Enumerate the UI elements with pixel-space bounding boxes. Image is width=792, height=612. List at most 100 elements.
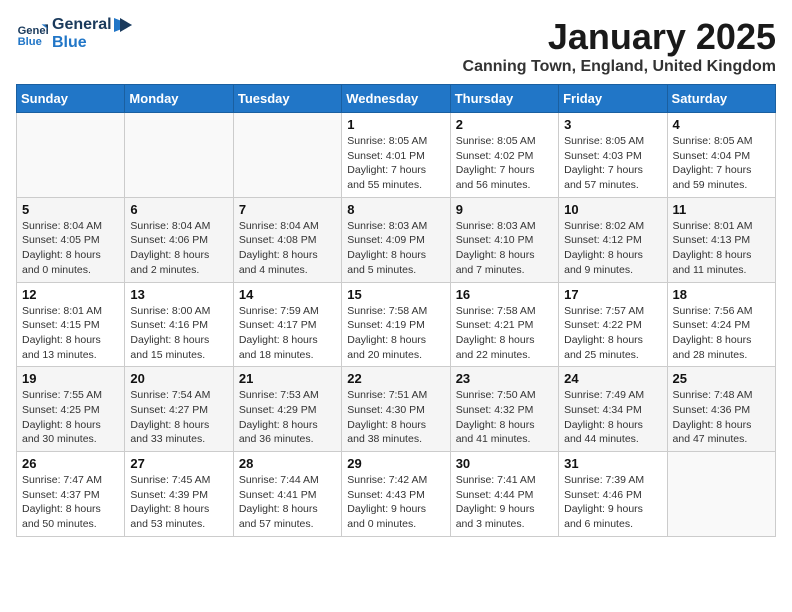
- header-wednesday: Wednesday: [342, 85, 450, 113]
- header-monday: Monday: [125, 85, 233, 113]
- day-detail: Sunrise: 7:58 AM Sunset: 4:21 PM Dayligh…: [456, 304, 553, 363]
- day-detail: Sunrise: 7:49 AM Sunset: 4:34 PM Dayligh…: [564, 388, 661, 447]
- calendar-cell: 6 Sunrise: 8:04 AM Sunset: 4:06 PM Daylig…: [125, 197, 233, 282]
- day-detail: Sunrise: 7:41 AM Sunset: 4:44 PM Dayligh…: [456, 473, 553, 532]
- day-detail: Sunrise: 7:42 AM Sunset: 4:43 PM Dayligh…: [347, 473, 444, 532]
- calendar-cell: 21 Sunrise: 7:53 AM Sunset: 4:29 PM Dayli…: [233, 367, 341, 452]
- calendar-cell: [17, 113, 125, 198]
- day-detail: Sunrise: 7:39 AM Sunset: 4:46 PM Dayligh…: [564, 473, 661, 532]
- calendar-cell: 31 Sunrise: 7:39 AM Sunset: 4:46 PM Dayli…: [559, 452, 667, 537]
- day-detail: Sunrise: 7:51 AM Sunset: 4:30 PM Dayligh…: [347, 388, 444, 447]
- day-number: 11: [673, 202, 770, 217]
- logo-text-general: General: [52, 16, 112, 34]
- day-number: 14: [239, 287, 336, 302]
- day-detail: Sunrise: 7:59 AM Sunset: 4:17 PM Dayligh…: [239, 304, 336, 363]
- calendar-cell: 5 Sunrise: 8:04 AM Sunset: 4:05 PM Daylig…: [17, 197, 125, 282]
- day-number: 25: [673, 371, 770, 386]
- week-row-5: 26 Sunrise: 7:47 AM Sunset: 4:37 PM Dayli…: [17, 452, 776, 537]
- logo-text-blue: Blue: [52, 34, 132, 52]
- day-detail: Sunrise: 8:05 AM Sunset: 4:04 PM Dayligh…: [673, 134, 770, 193]
- calendar-cell: 17 Sunrise: 7:57 AM Sunset: 4:22 PM Dayli…: [559, 282, 667, 367]
- calendar-cell: 27Sunrise: 7:45 AM Sunset: 4:39 PM Dayli…: [125, 452, 233, 537]
- calendar-cell: 3Sunrise: 8:05 AM Sunset: 4:03 PM Daylig…: [559, 113, 667, 198]
- day-detail: Sunrise: 8:04 AM Sunset: 4:05 PM Dayligh…: [22, 219, 119, 278]
- day-detail: Sunrise: 7:48 AM Sunset: 4:36 PM Dayligh…: [673, 388, 770, 447]
- header-friday: Friday: [559, 85, 667, 113]
- calendar-cell: 4 Sunrise: 8:05 AM Sunset: 4:04 PM Daylig…: [667, 113, 775, 198]
- day-number: 18: [673, 287, 770, 302]
- day-number: 3: [564, 117, 661, 132]
- calendar-table: SundayMondayTuesdayWednesdayThursdayFrid…: [16, 84, 776, 537]
- day-number: 6: [130, 202, 227, 217]
- day-number: 8: [347, 202, 444, 217]
- day-detail: Sunrise: 8:04 AM Sunset: 4:08 PM Dayligh…: [239, 219, 336, 278]
- day-detail: Sunrise: 7:44 AM Sunset: 4:41 PM Dayligh…: [239, 473, 336, 532]
- calendar-cell: 24 Sunrise: 7:49 AM Sunset: 4:34 PM Dayli…: [559, 367, 667, 452]
- day-detail: Sunrise: 7:53 AM Sunset: 4:29 PM Dayligh…: [239, 388, 336, 447]
- day-number: 16: [456, 287, 553, 302]
- day-number: 26: [22, 456, 119, 471]
- calendar-cell: [125, 113, 233, 198]
- month-title: January 2025: [463, 16, 776, 58]
- day-number: 23: [456, 371, 553, 386]
- svg-text:Blue: Blue: [18, 36, 42, 48]
- day-number: 19: [22, 371, 119, 386]
- calendar-cell: 7 Sunrise: 8:04 AM Sunset: 4:08 PM Daylig…: [233, 197, 341, 282]
- day-number: 22: [347, 371, 444, 386]
- calendar-cell: 26 Sunrise: 7:47 AM Sunset: 4:37 PM Dayli…: [17, 452, 125, 537]
- week-row-4: 19 Sunrise: 7:55 AM Sunset: 4:25 PM Dayli…: [17, 367, 776, 452]
- day-detail: Sunrise: 8:04 AM Sunset: 4:06 PM Dayligh…: [130, 219, 227, 278]
- header-saturday: Saturday: [667, 85, 775, 113]
- calendar-cell: 13Sunrise: 8:00 AM Sunset: 4:16 PM Dayli…: [125, 282, 233, 367]
- day-detail: Sunrise: 7:54 AM Sunset: 4:27 PM Dayligh…: [130, 388, 227, 447]
- calendar-cell: 25 Sunrise: 7:48 AM Sunset: 4:36 PM Dayli…: [667, 367, 775, 452]
- location-title: Canning Town, England, United Kingdom: [463, 58, 776, 76]
- week-row-2: 5 Sunrise: 8:04 AM Sunset: 4:05 PM Daylig…: [17, 197, 776, 282]
- header-sunday: Sunday: [17, 85, 125, 113]
- calendar-cell: 14 Sunrise: 7:59 AM Sunset: 4:17 PM Dayli…: [233, 282, 341, 367]
- day-number: 24: [564, 371, 661, 386]
- day-number: 17: [564, 287, 661, 302]
- day-detail: Sunrise: 7:57 AM Sunset: 4:22 PM Dayligh…: [564, 304, 661, 363]
- calendar-cell: 9Sunrise: 8:03 AM Sunset: 4:10 PM Daylig…: [450, 197, 558, 282]
- day-number: 15: [347, 287, 444, 302]
- calendar-cell: 23 Sunrise: 7:50 AM Sunset: 4:32 PM Dayli…: [450, 367, 558, 452]
- svg-text:General: General: [18, 25, 48, 37]
- day-number: 1: [347, 117, 444, 132]
- day-number: 30: [456, 456, 553, 471]
- logo: General Blue General Blue: [16, 16, 132, 52]
- calendar-cell: 22 Sunrise: 7:51 AM Sunset: 4:30 PM Dayli…: [342, 367, 450, 452]
- title-block: January 2025 Canning Town, England, Unit…: [463, 16, 776, 76]
- calendar-cell: 11 Sunrise: 8:01 AM Sunset: 4:13 PM Dayli…: [667, 197, 775, 282]
- day-number: 5: [22, 202, 119, 217]
- page-header: General Blue General Blue January 2025 C…: [16, 16, 776, 76]
- day-number: 27: [130, 456, 227, 471]
- day-number: 2: [456, 117, 553, 132]
- day-detail: Sunrise: 8:00 AM Sunset: 4:16 PM Dayligh…: [130, 304, 227, 363]
- day-detail: Sunrise: 8:05 AM Sunset: 4:02 PM Dayligh…: [456, 134, 553, 193]
- week-row-1: 1Sunrise: 8:05 AM Sunset: 4:01 PM Daylig…: [17, 113, 776, 198]
- day-number: 10: [564, 202, 661, 217]
- day-number: 21: [239, 371, 336, 386]
- calendar-cell: 12Sunrise: 8:01 AM Sunset: 4:15 PM Dayli…: [17, 282, 125, 367]
- day-detail: Sunrise: 8:01 AM Sunset: 4:13 PM Dayligh…: [673, 219, 770, 278]
- day-detail: Sunrise: 7:50 AM Sunset: 4:32 PM Dayligh…: [456, 388, 553, 447]
- day-number: 31: [564, 456, 661, 471]
- calendar-cell: 1Sunrise: 8:05 AM Sunset: 4:01 PM Daylig…: [342, 113, 450, 198]
- day-number: 29: [347, 456, 444, 471]
- day-number: 7: [239, 202, 336, 217]
- calendar-cell: 16 Sunrise: 7:58 AM Sunset: 4:21 PM Dayli…: [450, 282, 558, 367]
- day-detail: Sunrise: 8:03 AM Sunset: 4:09 PM Dayligh…: [347, 219, 444, 278]
- calendar-cell: [233, 113, 341, 198]
- day-detail: Sunrise: 8:01 AM Sunset: 4:15 PM Dayligh…: [22, 304, 119, 363]
- day-number: 28: [239, 456, 336, 471]
- day-detail: Sunrise: 7:47 AM Sunset: 4:37 PM Dayligh…: [22, 473, 119, 532]
- day-detail: Sunrise: 8:02 AM Sunset: 4:12 PM Dayligh…: [564, 219, 661, 278]
- calendar-header-row: SundayMondayTuesdayWednesdayThursdayFrid…: [17, 85, 776, 113]
- day-number: 4: [673, 117, 770, 132]
- day-detail: Sunrise: 7:55 AM Sunset: 4:25 PM Dayligh…: [22, 388, 119, 447]
- calendar-cell: 10 Sunrise: 8:02 AM Sunset: 4:12 PM Dayli…: [559, 197, 667, 282]
- calendar-cell: 20Sunrise: 7:54 AM Sunset: 4:27 PM Dayli…: [125, 367, 233, 452]
- logo-icon: General Blue: [16, 18, 48, 50]
- calendar-cell: 29 Sunrise: 7:42 AM Sunset: 4:43 PM Dayli…: [342, 452, 450, 537]
